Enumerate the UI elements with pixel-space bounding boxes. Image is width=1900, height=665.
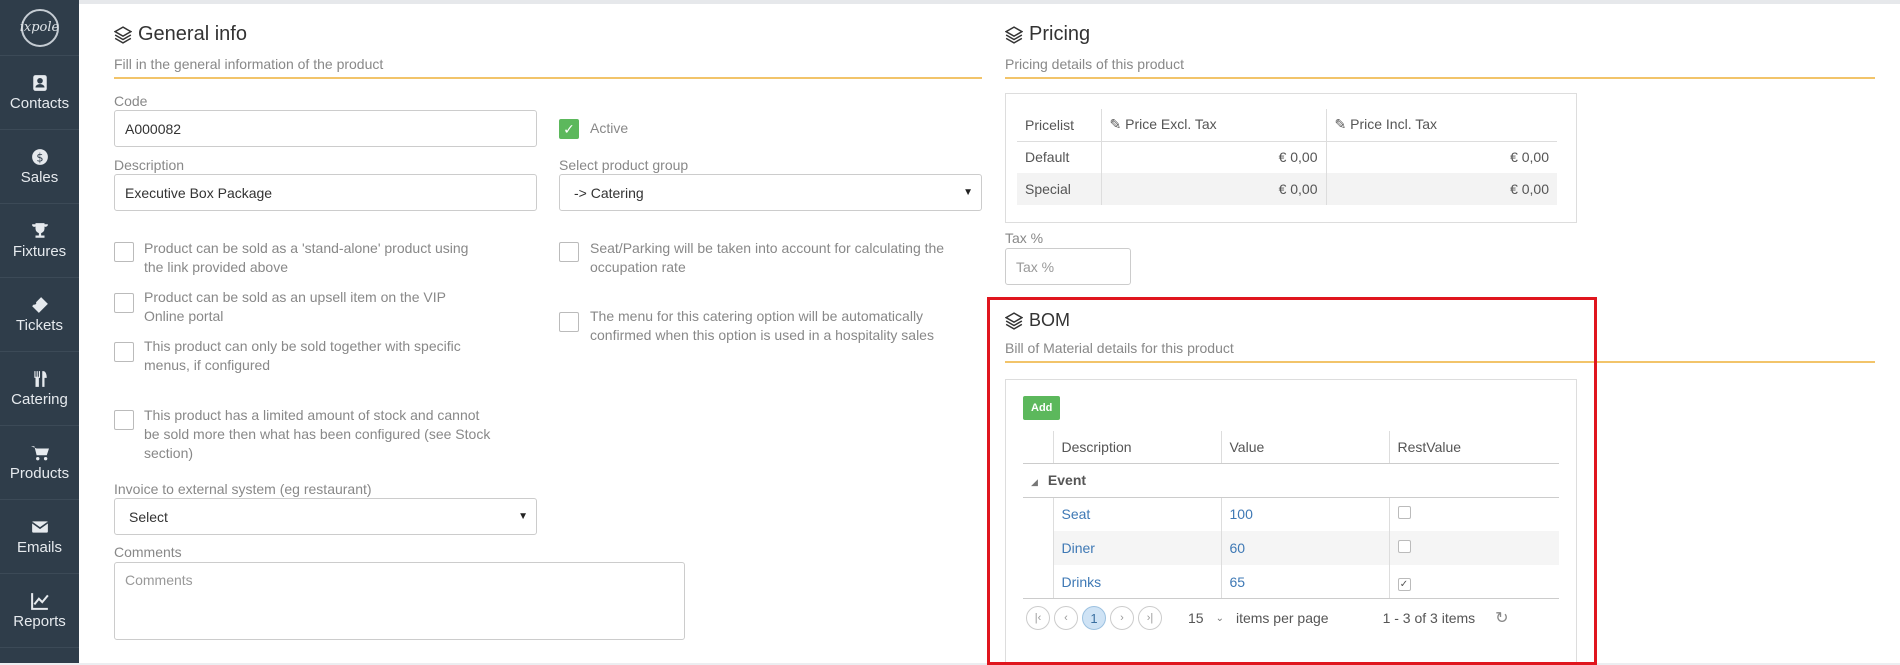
active-label: Active [590,120,629,136]
highlight-frame [987,297,1597,665]
auto-confirm-label: The menu for this catering option will b… [590,308,934,343]
cutlery-icon [33,370,47,387]
pricing-subtitle: Pricing details of this product [1005,56,1184,72]
sidebar-item-catering[interactable]: Catering [0,352,79,426]
comments-textarea[interactable]: Comments [114,562,685,640]
envelope-icon [31,520,48,533]
sidebar: ixpole Contacts $ Sales Fixtures Tickets… [0,0,79,663]
product-group-label: Select product group [559,157,689,173]
auto-confirm-checkbox[interactable] [559,312,579,332]
price-incl-header[interactable]: ✎ Price Incl. Tax [1326,109,1557,142]
price-incl-cell[interactable]: € 0,00 [1326,173,1557,205]
general-info-divider [114,77,982,79]
trophy-icon [31,222,48,238]
sidebar-item-fixtures[interactable]: Fixtures [0,204,79,278]
specific-menus-checkbox[interactable] [114,342,134,362]
sidebar-item-products[interactable]: Products [0,426,79,500]
sales-icon: $ [31,148,48,165]
sidebar-item-label: Emails [16,538,62,556]
active-checkbox[interactable]: ✓ [559,119,579,139]
ticket-icon [31,296,48,313]
logo-mark: ixpole [20,8,59,47]
standalone-checkbox[interactable] [114,242,134,262]
sidebar-item-label: Fixtures [12,242,67,260]
caret-down-icon: ▼ [963,187,973,198]
sidebar-item-label: Tickets [16,316,63,334]
sidebar-item-sales[interactable]: $ Sales [0,130,79,204]
pricing-table: Pricelist ✎ Price Excl. Tax ✎ Price Incl… [1017,109,1557,205]
logo[interactable]: ixpole [0,0,79,56]
sidebar-item-label: Catering [11,390,68,408]
invoice-label: Invoice to external system (eg restauran… [114,481,372,497]
chart-icon [30,592,49,610]
table-row: Special € 0,00 € 0,00 [1017,173,1557,205]
contacts-icon [32,74,47,91]
sidebar-item-label: Contacts [9,94,70,112]
pricelist-header: Pricelist [1017,109,1102,142]
cart-icon [30,445,49,460]
check-icon: ✓ [563,120,575,137]
general-info-subtitle: Fill in the general information of the p… [114,56,384,72]
pricelist-name: Default [1017,141,1102,173]
limited-stock-label: This product has a limited amount of sto… [144,407,491,461]
edit-icon: ✎ [1334,116,1347,133]
standalone-label: Product can be sold as a 'stand-alone' p… [144,240,469,275]
main-content: General info Fill in the general informa… [79,0,1900,665]
edit-icon: ✎ [1109,116,1122,133]
code-input[interactable]: A000082 [114,110,537,147]
upsell-checkbox[interactable] [114,293,134,313]
price-excl-header[interactable]: ✎ Price Excl. Tax [1101,109,1327,142]
product-group-select[interactable]: -> Catering ▼ [559,174,982,211]
table-row: Default € 0,00 € 0,00 [1017,141,1557,173]
pricelist-name: Special [1017,173,1102,205]
limited-stock-checkbox[interactable] [114,410,134,430]
tax-label: Tax % [1005,230,1044,246]
sidebar-item-label: Reports [13,612,66,630]
price-excl-cell[interactable]: € 0,00 [1101,173,1327,205]
tax-input[interactable]: Tax % [1005,248,1131,285]
code-label: Code [114,93,148,109]
specific-menus-label: This product can only be sold together w… [144,338,461,373]
sidebar-item-emails[interactable]: Emails [0,500,79,574]
description-input[interactable]: Executive Box Package [114,174,537,211]
upsell-label: Product can be sold as an upsell item on… [144,289,446,324]
pricing-title: Pricing [1005,23,1090,46]
layers-icon [1005,25,1023,44]
price-incl-cell[interactable]: € 0,00 [1326,141,1557,173]
caret-down-icon: ▼ [518,511,528,522]
occupation-rate-label: Seat/Parking will be taken into account … [590,240,945,275]
layers-icon [114,25,132,44]
pricing-divider [1005,77,1875,79]
general-info-title: General info [114,23,247,46]
sidebar-item-tickets[interactable]: Tickets [0,278,79,352]
description-label: Description [114,157,185,173]
sidebar-item-contacts[interactable]: Contacts [0,56,79,130]
invoice-select[interactable]: Select ▼ [114,498,537,535]
sidebar-item-label: Sales [20,168,59,186]
comments-label: Comments [114,544,182,560]
svg-text:$: $ [36,151,43,164]
price-excl-cell[interactable]: € 0,00 [1101,141,1327,173]
sidebar-item-label: Products [9,464,70,482]
sidebar-item-reports[interactable]: Reports [0,574,79,648]
occupation-rate-checkbox[interactable] [559,242,579,262]
